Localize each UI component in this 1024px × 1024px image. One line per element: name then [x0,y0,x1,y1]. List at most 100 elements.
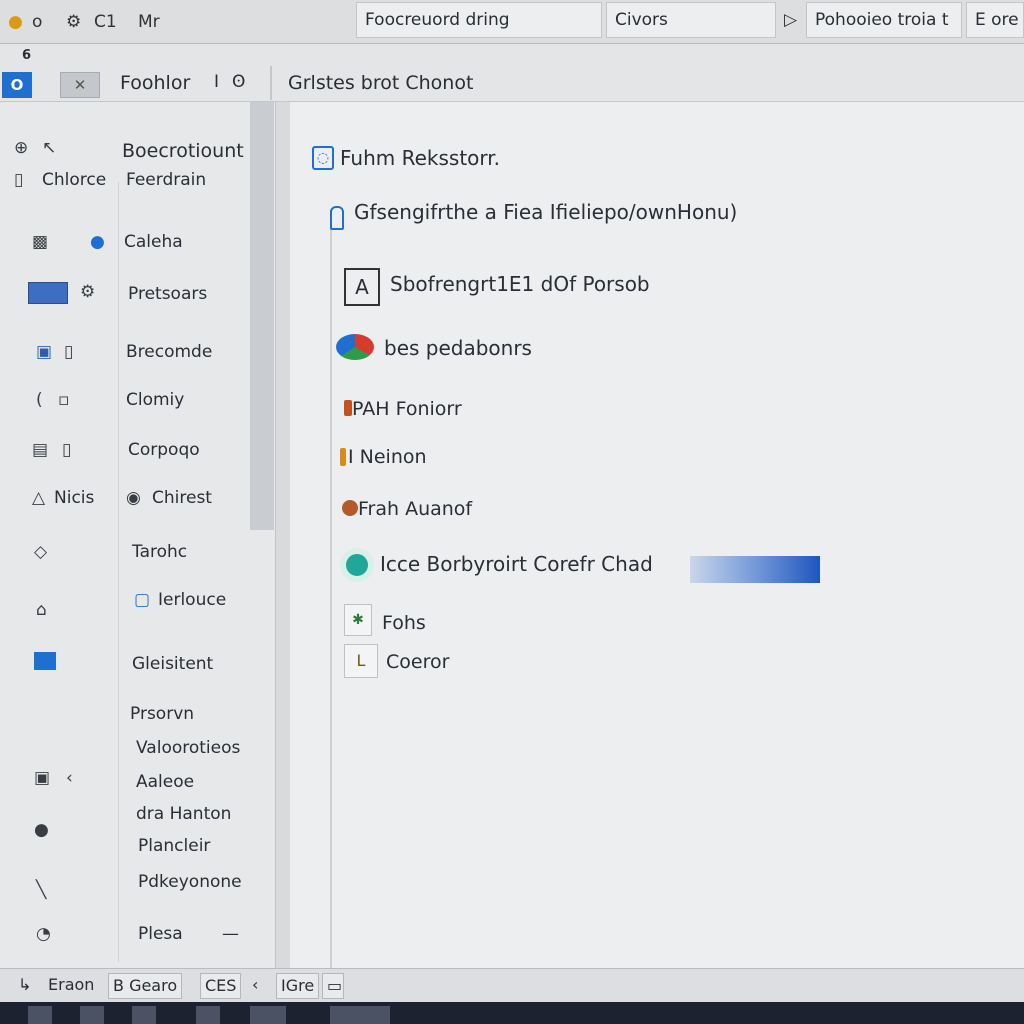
toolbar-divider [270,66,272,100]
tree-guide-line [330,210,332,970]
tool-icon[interactable]: ⊕ [14,138,28,158]
corner-icon: L [344,644,378,678]
toolbar-marks: 6 [22,48,32,63]
gear-icon: ⚙ [80,282,96,302]
record-icon [340,548,374,582]
tab-more[interactable]: E ore [966,2,1024,38]
sidebar-divider [118,182,119,962]
taskbar-item[interactable] [250,1006,286,1024]
home-button[interactable]: O [2,72,32,98]
taskbar-item[interactable] [196,1006,220,1024]
main-panel [290,102,1024,968]
taskbar-item[interactable] [80,1006,104,1024]
sidebar-scrollbar[interactable] [250,102,274,530]
keyboard-icon [28,282,68,304]
sidebar: ⊕ ↖ Boecrotiount ▯ Chlorce Feerdrain ▩ ●… [0,102,276,968]
sidebar-item-label: dra Hanton [136,804,232,824]
toolbar-title: Foohlor [120,72,191,94]
sidebar-item-label: Plesa [138,924,183,944]
list-item-label: Icce Borbyroirt Corefr Chad [380,552,653,576]
plant-icon: ✱ [344,604,372,636]
camera-icon: ▩ [32,232,49,252]
edit-icon: ▢ [134,590,151,610]
square-icon: ▫ [58,390,70,410]
sidebar-item-label: Gleisitent [132,654,214,674]
chevron-right-icon[interactable]: ▷ [784,10,797,30]
sidebar-header-title: Boecrotiount [122,140,244,162]
sidebar-item-label: Pretsoars [128,284,208,304]
bracket-icon: ( [36,390,43,410]
sidebar-item-label: Valoorotieos [136,738,241,758]
gear-icon[interactable]: ⚙ [66,12,81,32]
status-item-ces[interactable]: CES [200,973,242,999]
top-icon-2[interactable]: C1 [94,12,117,32]
sidebar-item-left-label: Nicis [54,488,95,508]
chevron-left-icon[interactable]: ‹ [248,973,262,999]
chat-icon: ◔ [36,924,51,944]
pdf-icon [344,400,352,416]
taskbar-item[interactable] [28,1006,52,1024]
tab-document[interactable]: Foocreuord dring [356,2,602,38]
sidebar-item-label: Brecomde [126,342,213,362]
taskbar-item[interactable] [132,1006,156,1024]
sidebar-header-left: Chlorce [42,170,107,190]
doc-icon[interactable]: ▯ [14,170,23,190]
sidebar-item-label: Ierlouce [158,590,227,610]
dot-icon: ● [34,820,49,840]
box-icon: ▣ [34,768,51,788]
title-bar: ● o ⚙ C1 Mr Foocreuord dring Civors ▷ Po… [0,0,1024,44]
status-item-eraon[interactable]: Eraon [44,973,98,999]
sidebar-item-label: Chirest [152,488,212,508]
status-icon[interactable]: ↳ [14,973,35,999]
sidebar-item-label: Corpoqo [128,440,200,460]
sidebar-header-sub: Feerdrain [126,170,207,190]
chevron-left-icon: ‹ [66,768,73,788]
list-item-label: Fohs [382,612,426,634]
list-item-label: bes pedabonrs [384,336,532,360]
list-item-label: Coeror [386,651,450,673]
sidebar-item-suffix: — [222,924,239,944]
arrow-icon[interactable]: ↖ [42,138,56,158]
main-title: Fuhm Reksstorr. [340,146,501,170]
sidebar-item-label: Pdkeyonone [138,872,242,892]
folder-icon: ▤ [32,440,49,460]
list-item-label: Sbofrengrt1E1 dOf Porsob [390,272,650,296]
monitor-icon [34,652,56,670]
lock-icon: ⌂ [36,600,47,620]
toolbar-extra: I [214,72,220,92]
sidebar-item-label: Tarohc [132,542,188,562]
circle-icon [342,500,358,516]
sidebar-item-label: Caleha [124,232,183,252]
file-icon [340,448,346,466]
list-item-label: I Neinon [348,446,427,468]
close-panel-button[interactable]: ✕ [60,72,100,98]
sidebar-item-label: Plancleir [138,836,211,856]
window-icon[interactable]: ▭ [322,973,344,999]
status-item-igre[interactable]: IGre [276,973,320,999]
dropdown-icon[interactable]: ʘ [232,72,245,92]
toolbar: 6 O ✕ Foohlor I ʘ Grlstes brot Chonot [0,44,1024,102]
path-breadcrumb: Grlstes brot Chonot [288,72,474,94]
top-icon-1[interactable]: o [32,12,42,32]
top-icon-3[interactable]: Mr [138,12,160,32]
tab-civors[interactable]: Civors [606,2,776,38]
chrome-icon [336,334,374,360]
sidebar-item-label: Prsorvn [130,704,195,724]
main-subtitle: Gfsengifrthe a Fiea Ifieliepo/ownHonu) [354,200,738,224]
list-item-label: Frah Auanof [358,498,473,520]
progress-bar [690,556,820,583]
shield-icon: ◇ [34,542,48,562]
list-item-label: PAH Foniorr [352,398,462,420]
taskbar [0,1002,1024,1024]
app-icon[interactable]: ● [8,12,23,32]
pin-icon [330,206,344,230]
sidebar-item-label: Aaleoe [136,772,195,792]
image-icon: ▣ [36,342,53,362]
taskbar-item[interactable] [330,1006,390,1024]
page-icon: ▯ [64,342,74,362]
bookmark-icon: ▯ [62,440,72,460]
sidebar-item-label: Clomiy [126,390,185,410]
status-item-gearo[interactable]: B Gearo [108,973,183,999]
app-logo-icon: ◌ [312,146,334,170]
tab-photo[interactable]: Pohooieo troia t [806,2,962,38]
